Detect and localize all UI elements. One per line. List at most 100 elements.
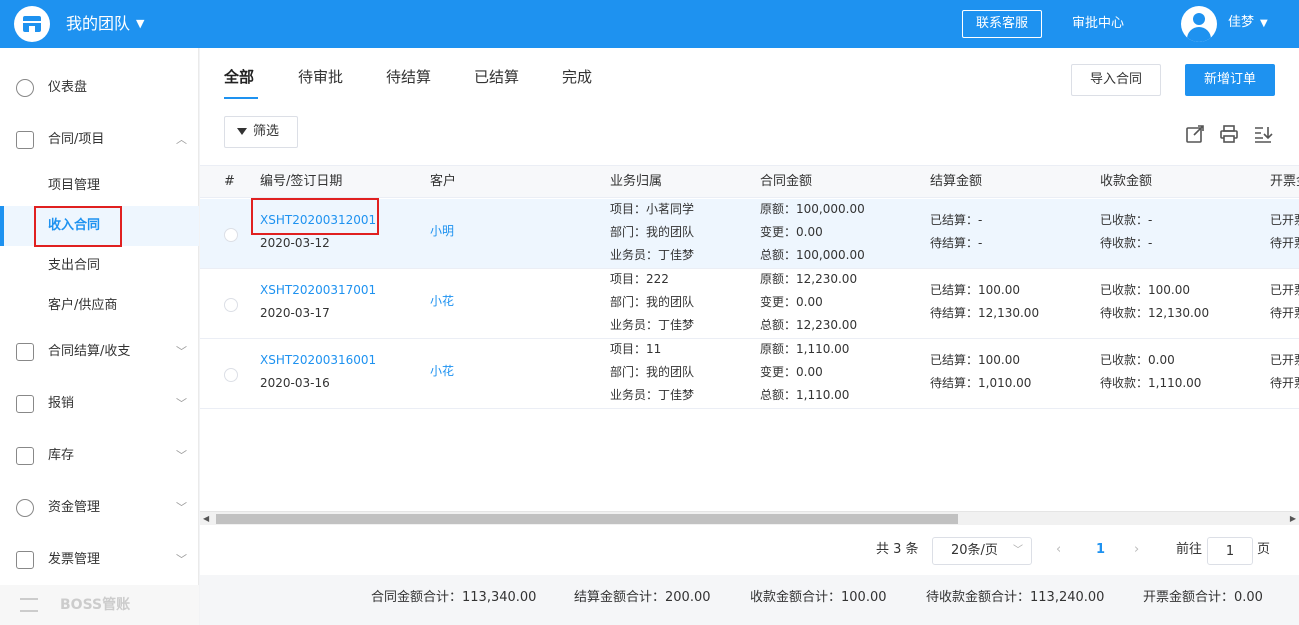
tab-pending-approval[interactable]: 待审批 xyxy=(298,66,343,88)
team-switcher[interactable]: 我的团队 ▼ xyxy=(66,13,144,35)
funnel-icon xyxy=(237,128,247,135)
customer-link[interactable]: 小花 xyxy=(430,360,454,383)
main-panel: 全部 待审批 待结算 已结算 完成 导入合同 新增订单 筛选 # 编号/签订日期… xyxy=(200,48,1299,625)
sidebar-item-label: 仪表盘 xyxy=(48,80,88,95)
box-icon xyxy=(16,447,34,465)
coins-icon xyxy=(16,499,34,517)
sidebar-sub-customers-suppliers[interactable]: 客户/供应商 xyxy=(0,286,199,326)
change-amount: 变更：0.00 xyxy=(760,365,823,379)
table-row[interactable]: XSHT20200317001 2020-03-17 小花 项目：222 部门：… xyxy=(200,269,1299,339)
download-icon[interactable] xyxy=(1253,124,1273,144)
export-icon[interactable] xyxy=(1185,124,1205,144)
sidebar-item-inventory[interactable]: 库存 ﹀ xyxy=(0,436,199,476)
sidebar-item-label: 发票管理 xyxy=(48,552,101,567)
column-header: # xyxy=(224,174,235,189)
sidebar-item-invoices[interactable]: 发票管理 ﹀ xyxy=(0,540,199,580)
row-radio[interactable] xyxy=(224,368,238,382)
salesperson-text: 业务员：丁佳梦 xyxy=(610,388,695,402)
user-menu[interactable]: 佳梦 ▼ xyxy=(1228,14,1268,33)
sidebar: 仪表盘 合同/项目 ︿ 项目管理 收入合同 支出合同 客户/供应商 合同结算/收… xyxy=(0,48,199,625)
chevron-down-icon: ▼ xyxy=(136,17,145,30)
invoice-icon xyxy=(16,551,34,569)
sidebar-sub-expense-contracts[interactable]: 支出合同 xyxy=(0,246,199,286)
row-radio[interactable] xyxy=(224,228,238,242)
row-radio[interactable] xyxy=(224,298,238,312)
prev-page-icon[interactable]: ‹ xyxy=(1056,538,1061,562)
sidebar-item-settlement[interactable]: 合同结算/收支 ﹀ xyxy=(0,332,199,372)
page-size-select[interactable]: 20条/页 ﹀ xyxy=(932,537,1032,565)
settle-total-sum: 结算金额合计：200.00 xyxy=(574,590,711,605)
scroll-right-icon[interactable]: ▶ xyxy=(1290,514,1296,523)
column-header: 编号/签订日期 xyxy=(260,174,343,189)
settled-amount: 已结算：100.00 xyxy=(930,283,1020,297)
chevron-down-icon: ﹀ xyxy=(176,449,187,462)
chevron-up-icon: ︿ xyxy=(176,133,187,146)
contract-code-link[interactable]: XSHT20200312001 xyxy=(260,209,376,232)
sidebar-item-funds[interactable]: 资金管理 ﹀ xyxy=(0,488,199,528)
sidebar-sub-income-contracts[interactable]: 收入合同 xyxy=(0,206,199,246)
invoice-total-sum: 开票金额合计：0.00 xyxy=(1143,590,1263,605)
pending-settlement-amount: 待结算：1,010.00 xyxy=(930,376,1032,390)
contract-code-link[interactable]: XSHT20200316001 xyxy=(260,349,376,372)
invoiced-amount: 已开票 xyxy=(1270,213,1299,227)
new-order-button[interactable]: 新增订单 xyxy=(1185,64,1275,96)
pending-settlement-amount: 待结算：- xyxy=(930,236,983,250)
chevron-down-icon: ﹀ xyxy=(176,345,187,358)
column-header: 合同金额 xyxy=(760,174,813,189)
sidebar-item-contracts[interactable]: 合同/项目 ︿ xyxy=(0,120,199,160)
contact-support-button[interactable]: 联系客服 xyxy=(962,10,1042,38)
column-header: 业务归属 xyxy=(610,174,663,189)
sidebar-item-label: 客户/供应商 xyxy=(48,298,118,313)
project-text: 项目：小茗同学 xyxy=(610,202,695,216)
folder-icon xyxy=(16,131,34,149)
salesperson-text: 业务员：丁佳梦 xyxy=(610,248,695,262)
pending-receipt-amount: 待收款：- xyxy=(1100,236,1153,250)
pending-receipt-total-sum: 待收款金额合计：113,240.00 xyxy=(926,590,1105,605)
table-row[interactable]: XSHT20200312001 2020-03-12 小明 项目：小茗同学 部门… xyxy=(200,199,1299,269)
dashboard-icon xyxy=(16,79,34,97)
page-number[interactable]: 1 xyxy=(1096,538,1105,562)
tab-completed[interactable]: 完成 xyxy=(562,66,592,88)
summary-footer: 合同金额合计：113,340.00 结算金额合计：200.00 收款金额合计：1… xyxy=(200,575,1299,625)
page-size-value: 20条/页 xyxy=(951,543,998,558)
import-contract-button[interactable]: 导入合同 xyxy=(1071,64,1161,96)
print-icon[interactable] xyxy=(1219,124,1239,144)
tab-pending-settlement[interactable]: 待结算 xyxy=(386,66,431,88)
store-logo-icon[interactable] xyxy=(14,6,50,42)
column-header: 结算金额 xyxy=(930,174,983,189)
original-amount: 原额：1,110.00 xyxy=(760,342,850,356)
contract-date: 2020-03-12 xyxy=(260,236,330,250)
total-amount: 总额：12,230.00 xyxy=(760,318,858,332)
avatar[interactable] xyxy=(1181,6,1217,42)
chevron-down-icon: ▼ xyxy=(1260,18,1268,29)
scrollbar-thumb[interactable] xyxy=(216,514,958,524)
invoiced-amount: 已开票 xyxy=(1270,353,1299,367)
settled-amount: 已结算：- xyxy=(930,213,983,227)
sidebar-item-label: 合同结算/收支 xyxy=(48,344,131,359)
table-row[interactable]: XSHT20200316001 2020-03-16 小花 项目：11 部门：我… xyxy=(200,339,1299,409)
active-tab-indicator xyxy=(224,97,258,99)
contract-code-link[interactable]: XSHT20200317001 xyxy=(260,279,376,302)
tab-all[interactable]: 全部 xyxy=(224,66,254,88)
user-name: 佳梦 xyxy=(1228,15,1255,30)
scroll-left-icon[interactable]: ◀ xyxy=(203,514,209,523)
goto-page-input[interactable] xyxy=(1207,537,1253,565)
filter-button[interactable]: 筛选 xyxy=(224,116,298,148)
sidebar-sub-project-management[interactable]: 项目管理 xyxy=(0,166,199,206)
approval-center-link[interactable]: 审批中心 xyxy=(1072,15,1124,33)
sidebar-item-reimbursement[interactable]: 报销 ﹀ xyxy=(0,384,199,424)
chevron-down-icon: ﹀ xyxy=(176,397,187,410)
sidebar-item-dashboard[interactable]: 仪表盘 xyxy=(0,68,199,108)
column-header: 收款金额 xyxy=(1100,174,1153,189)
total-count: 共 3 条 xyxy=(876,542,919,557)
customer-link[interactable]: 小明 xyxy=(430,220,454,243)
tab-settled[interactable]: 已结算 xyxy=(474,66,519,88)
sidebar-item-label: 项目管理 xyxy=(48,178,101,193)
settlement-icon xyxy=(16,343,34,361)
boss-footer[interactable]: BOSS管账 xyxy=(0,585,199,625)
horizontal-scrollbar[interactable]: ◀ ▶ xyxy=(200,511,1299,525)
next-page-icon[interactable]: › xyxy=(1134,538,1139,562)
received-amount: 已收款：- xyxy=(1100,213,1153,227)
customer-link[interactable]: 小花 xyxy=(430,290,454,313)
menu-icon xyxy=(20,598,38,612)
